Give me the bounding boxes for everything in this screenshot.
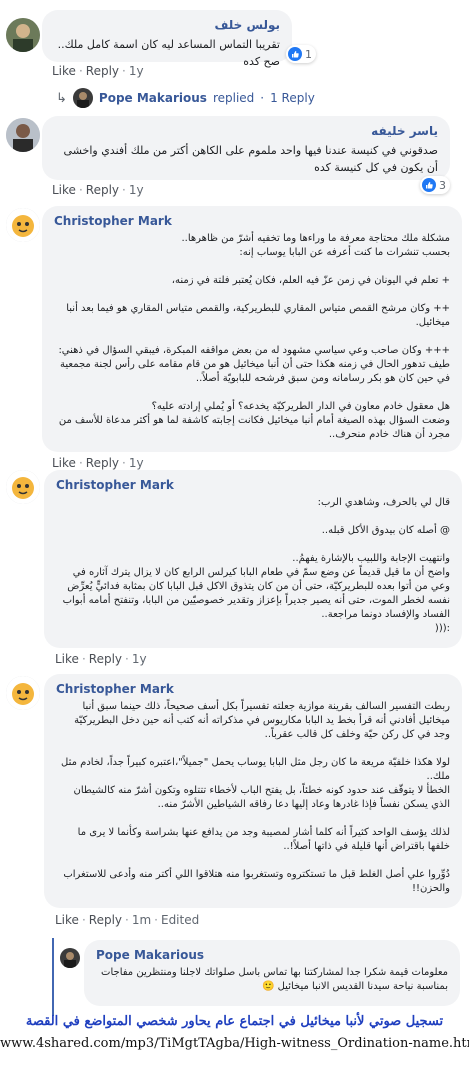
- comment-actions: Like · Reply · 1y: [52, 456, 144, 470]
- comment-text: ربطت التفسير السالف بقرينة موازية جعلته …: [61, 701, 450, 894]
- like-reaction-icon: [288, 47, 302, 61]
- comment-bubble: Christopher Mark قال لي بالحرف، وشاهدي ا…: [44, 470, 462, 648]
- edited-label[interactable]: Edited: [161, 913, 199, 927]
- comment-author[interactable]: بولس خلف: [54, 18, 280, 32]
- reaction-count[interactable]: 1: [286, 45, 316, 63]
- timestamp[interactable]: 1y: [132, 652, 147, 666]
- reply-link[interactable]: Reply: [86, 64, 119, 78]
- avatar[interactable]: [6, 18, 40, 52]
- banner-url[interactable]: www.4shared.com/mp3/TiMgtTAgba/High-witn…: [0, 1036, 469, 1051]
- reply-author[interactable]: Pope Makarious: [96, 948, 448, 962]
- banner-title: تسجيل صوتي لأنبا ميخائيل في اجتماع عام ي…: [25, 1014, 444, 1029]
- comment-actions: Like · Reply · 1y: [52, 183, 144, 197]
- comment-author[interactable]: ياسر خليفه: [54, 124, 438, 138]
- timestamp[interactable]: 1y: [129, 456, 144, 470]
- like-link[interactable]: Like: [55, 913, 79, 927]
- comment-text: مشكلة ملك محتاجة معرفة ما وراءها وما تخف…: [58, 233, 450, 440]
- comment-actions: Like · Reply · 1y: [52, 64, 144, 78]
- comment-text: صدقوني في كنيسة عندنا فيها واحد ملموم عل…: [60, 144, 438, 174]
- reply-link[interactable]: Reply: [86, 456, 119, 470]
- like-reaction-icon: [422, 178, 436, 192]
- view-replies[interactable]: ↳ Pope Makarious replied · 1 Reply: [56, 88, 315, 108]
- timestamp[interactable]: 1y: [129, 183, 144, 197]
- reply-text: معلومات قيمة شكرا جدا لمشاركتنا بها تماس…: [97, 967, 448, 992]
- comment-actions: Like · Reply · 1m · Edited: [55, 913, 200, 927]
- comment-bubble: ياسر خليفه صدقوني في كنيسة عندنا فيها وا…: [42, 116, 450, 180]
- thread-line: [52, 938, 54, 1016]
- reply-link[interactable]: Reply: [89, 913, 122, 927]
- replied-verb: replied: [212, 91, 255, 105]
- reply-count[interactable]: 1 Reply: [270, 91, 315, 105]
- reply-link[interactable]: Reply: [89, 652, 122, 666]
- comment-bubble: Christopher Mark مشكلة ملك محتاجة معرفة …: [42, 206, 462, 452]
- reaction-count[interactable]: 3: [420, 176, 450, 194]
- comment-text: قال لي بالحرف، وشاهدي الرب: @ أصله كان ب…: [62, 497, 450, 634]
- like-link[interactable]: Like: [55, 652, 79, 666]
- avatar[interactable]: [6, 208, 40, 242]
- reply-arrow-icon: ↳: [56, 90, 67, 106]
- reply-bubble: Pope Makarious معلومات قيمة شكرا جدا لمش…: [84, 940, 460, 1006]
- comment-author[interactable]: Christopher Mark: [56, 478, 450, 492]
- timestamp[interactable]: 1m: [132, 913, 151, 927]
- like-link[interactable]: Like: [52, 456, 76, 470]
- avatar: [72, 88, 93, 108]
- reply-link[interactable]: Reply: [86, 183, 119, 197]
- replier-name[interactable]: Pope Makarious: [99, 91, 207, 105]
- avatar[interactable]: [60, 948, 80, 968]
- like-link[interactable]: Like: [52, 64, 76, 78]
- timestamp[interactable]: 1y: [129, 64, 144, 78]
- comment-bubble: Christopher Mark ربطت التفسير السالف بقر…: [44, 674, 462, 908]
- comment-actions: Like · Reply · 1y: [55, 652, 147, 666]
- avatar[interactable]: [6, 470, 40, 504]
- comment-author[interactable]: Christopher Mark: [54, 214, 450, 228]
- avatar[interactable]: [6, 676, 40, 710]
- comment-author[interactable]: Christopher Mark: [56, 682, 450, 696]
- like-link[interactable]: Like: [52, 183, 76, 197]
- comment-bubble: بولس خلف تقريبا التماس المساعد ليه كان ا…: [42, 10, 292, 68]
- avatar[interactable]: [6, 118, 40, 152]
